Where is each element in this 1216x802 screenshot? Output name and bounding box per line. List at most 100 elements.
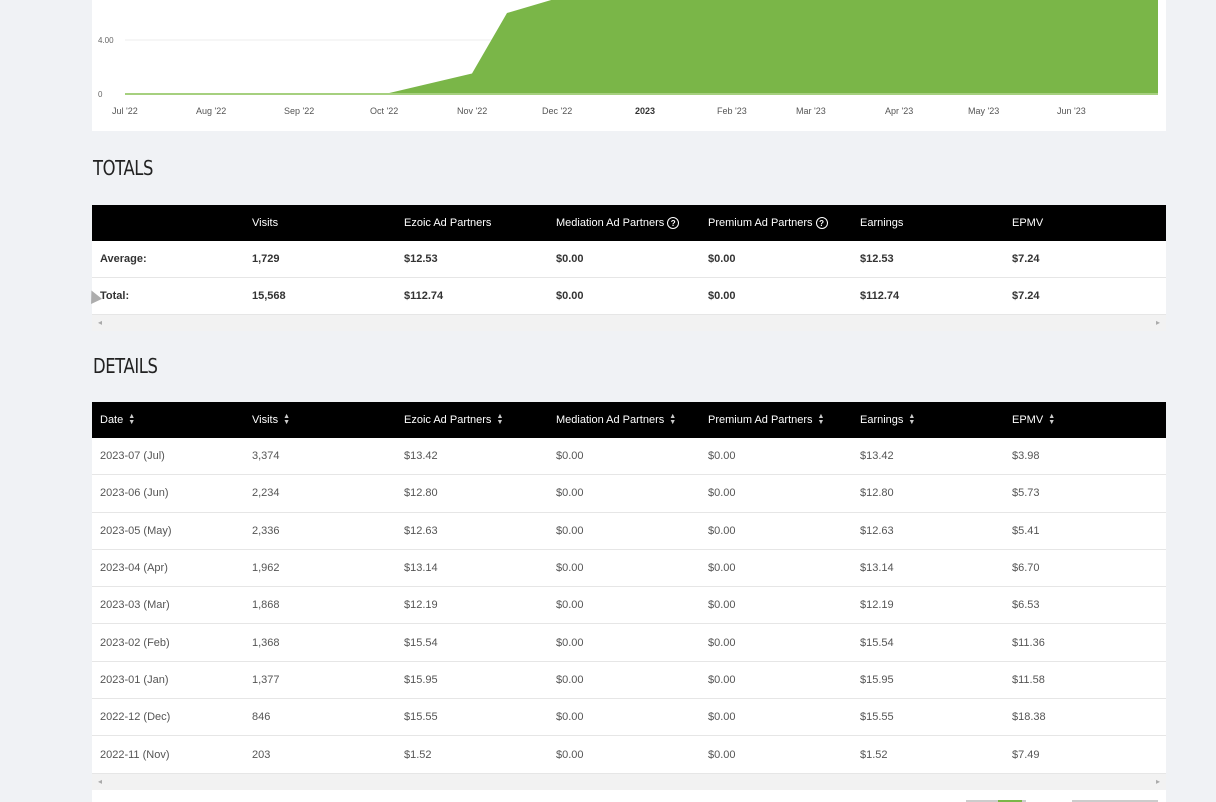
details-header-epmv[interactable]: EPMV ▲ ▼ xyxy=(1012,402,1166,438)
details-cell-date: 2023-07 (Jul) xyxy=(92,438,252,476)
details-cell-earnings: $12.19 xyxy=(860,586,1012,625)
details-header-label: Date xyxy=(100,413,124,426)
details-cell-date: 2022-11 (Nov) xyxy=(92,735,252,774)
details-cell-ezoic: $12.63 xyxy=(404,512,556,550)
details-cell-epmv: $3.98 xyxy=(1012,438,1166,476)
totals-cell-visits: 15,568 xyxy=(252,277,404,315)
details-cell-epmv: $11.58 xyxy=(1012,661,1166,700)
x-tick-label: Oct '22 xyxy=(370,106,398,116)
totals-cell-epmv: $7.24 xyxy=(1012,241,1166,278)
details-cell-visits: 846 xyxy=(252,698,404,737)
details-cell-earnings: $15.95 xyxy=(860,661,1012,700)
totals-header-mediation: Mediation Ad Partners? xyxy=(556,205,708,241)
sort-icon[interactable]: ▲ ▼ xyxy=(908,413,915,426)
table-row: 2023-03 (Mar) 1,868 $12.19 $0.00 $0.00 $12.19… xyxy=(92,586,1166,625)
table-row: 2023-06 (Jun) 2,234 $12.80 $0.00 $0.00 $12.80… xyxy=(92,474,1166,513)
totals-row: Average: 1,729 $12.53 $0.00 $0.00 $12.53 $7.24 xyxy=(92,241,1166,278)
details-cell-earnings: $12.80 xyxy=(860,474,1012,513)
details-cell-ezoic: $15.55 xyxy=(404,698,556,737)
x-tick-label: Jul '22 xyxy=(112,106,138,116)
details-cell-ezoic: $13.14 xyxy=(404,549,556,588)
help-icon[interactable]: ? xyxy=(815,217,828,230)
table-row: 2023-01 (Jan) 1,377 $15.95 $0.00 $0.00 $15.95… xyxy=(92,661,1166,700)
totals-header-earnings: Earnings xyxy=(860,217,904,229)
details-table: Date ▲ ▼ Visits ▲ ▼ Ezoic Ad Partners ▲ ▼ Mediati… xyxy=(92,402,1166,774)
details-cell-epmv: $18.38 xyxy=(1012,698,1166,737)
totals-header-mediation-label: Mediation Ad Partners xyxy=(556,216,665,229)
details-cell-visits: 2,336 xyxy=(252,512,404,550)
details-cell-epmv: $11.36 xyxy=(1012,623,1166,662)
x-tick-label: Mar '23 xyxy=(796,106,826,116)
details-table-container: Date ▲ ▼ Visits ▲ ▼ Ezoic Ad Partners ▲ ▼ Mediati… xyxy=(92,402,1166,790)
details-cell-date: 2023-02 (Feb) xyxy=(92,623,252,662)
x-tick-label: Feb '23 xyxy=(717,106,747,116)
details-cell-earnings: $13.42 xyxy=(860,438,1012,476)
sort-icon[interactable]: ▲ ▼ xyxy=(669,413,676,426)
x-tick-label: May '23 xyxy=(968,106,999,116)
details-header-ezoic[interactable]: Ezoic Ad Partners ▲ ▼ xyxy=(404,402,556,438)
details-header-label: Premium Ad Partners xyxy=(708,413,813,426)
details-cell-date: 2023-01 (Jan) xyxy=(92,661,252,700)
details-cell-date: 2023-05 (May) xyxy=(92,512,252,550)
scroll-right-icon[interactable]: ▸ xyxy=(1156,318,1160,327)
details-header-label: Visits xyxy=(252,413,279,426)
scroll-right-icon[interactable]: ▸ xyxy=(1156,777,1160,786)
details-cell-date: 2023-03 (Mar) xyxy=(92,586,252,625)
details-cell-mediation: $0.00 xyxy=(556,623,708,662)
area-series xyxy=(125,0,1158,94)
details-cell-mediation: $0.00 xyxy=(556,586,708,625)
details-cell-visits: 1,868 xyxy=(252,586,404,625)
y-tick-label: 0 xyxy=(98,90,103,99)
totals-cell-earnings: $112.74 xyxy=(860,277,1012,315)
totals-row: Total: 15,568 $112.74 $0.00 $0.00 $112.74 $7.2… xyxy=(92,277,1166,315)
details-header-earnings[interactable]: Earnings ▲ ▼ xyxy=(860,402,1012,438)
details-scrollbar[interactable]: ◂ ▸ xyxy=(92,773,1166,790)
sort-icon[interactable]: ▲ ▼ xyxy=(1048,413,1055,426)
area-chart: 4.00 0 Jul '22 Aug '22 Sep '22 Oct '22 Nov '22… xyxy=(98,0,1158,116)
totals-header-visits: Visits xyxy=(252,217,279,229)
details-cell-mediation: $0.00 xyxy=(556,474,708,513)
sort-icon[interactable]: ▲ ▼ xyxy=(496,413,503,426)
details-cell-epmv: $7.49 xyxy=(1012,735,1166,774)
table-row: 2023-05 (May) 2,336 $12.63 $0.00 $0.00 $12.63… xyxy=(92,512,1166,550)
details-cell-premium: $0.00 xyxy=(708,735,860,774)
totals-header-row: Visits Ezoic Ad Partners Mediation Ad Pa… xyxy=(92,205,1166,241)
scroll-left-icon[interactable]: ◂ xyxy=(98,777,102,786)
totals-scrollbar[interactable]: ◂ ▸ xyxy=(92,315,1166,331)
sort-icon[interactable]: ▲ ▼ xyxy=(128,413,135,426)
x-tick-label: Aug '22 xyxy=(196,106,226,116)
totals-cell-epmv: $7.24 xyxy=(1012,277,1166,315)
details-header-premium[interactable]: Premium Ad Partners ▲ ▼ xyxy=(708,402,860,438)
details-header-date[interactable]: Date ▲ ▼ xyxy=(92,402,252,438)
details-header-visits[interactable]: Visits ▲ ▼ xyxy=(252,402,404,438)
details-header-label: Mediation Ad Partners xyxy=(556,413,665,426)
table-row: 2023-07 (Jul) 3,374 $13.42 $0.00 $0.00 $13.42… xyxy=(92,438,1166,476)
details-header-mediation[interactable]: Mediation Ad Partners ▲ ▼ xyxy=(556,402,708,438)
totals-cell-visits: 1,729 xyxy=(252,241,404,278)
details-cell-epmv: $5.41 xyxy=(1012,512,1166,550)
totals-header-ezoic: Ezoic Ad Partners xyxy=(404,217,492,229)
sort-icon[interactable]: ▲ ▼ xyxy=(818,413,825,426)
details-cell-epmv: $6.53 xyxy=(1012,586,1166,625)
totals-cell-label: Total: xyxy=(92,277,252,315)
details-cell-ezoic: $12.80 xyxy=(404,474,556,513)
details-title: DETAILS xyxy=(93,354,158,378)
sort-icon[interactable]: ▲ ▼ xyxy=(283,413,290,426)
details-cell-ezoic: $15.54 xyxy=(404,623,556,662)
details-cell-premium: $0.00 xyxy=(708,698,860,737)
details-cell-mediation: $0.00 xyxy=(556,549,708,588)
details-cell-premium: $0.00 xyxy=(708,661,860,700)
totals-table: Visits Ezoic Ad Partners Mediation Ad Pa… xyxy=(92,205,1166,315)
details-cell-ezoic: $1.52 xyxy=(404,735,556,774)
scroll-left-icon[interactable]: ◂ xyxy=(98,318,102,327)
totals-cell-mediation: $0.00 xyxy=(556,241,708,278)
details-cell-mediation: $0.00 xyxy=(556,512,708,550)
details-cell-earnings: $15.54 xyxy=(860,623,1012,662)
details-header-label: Earnings xyxy=(860,413,904,426)
totals-title: TOTALS xyxy=(93,156,153,180)
details-cell-premium: $0.00 xyxy=(708,549,860,588)
totals-cell-ezoic: $12.53 xyxy=(404,241,556,278)
details-cell-epmv: $5.73 xyxy=(1012,474,1166,513)
help-icon[interactable]: ? xyxy=(667,217,680,230)
table-row: 2022-11 (Nov) 203 $1.52 $0.00 $0.00 $1.52 $7.4… xyxy=(92,735,1166,774)
